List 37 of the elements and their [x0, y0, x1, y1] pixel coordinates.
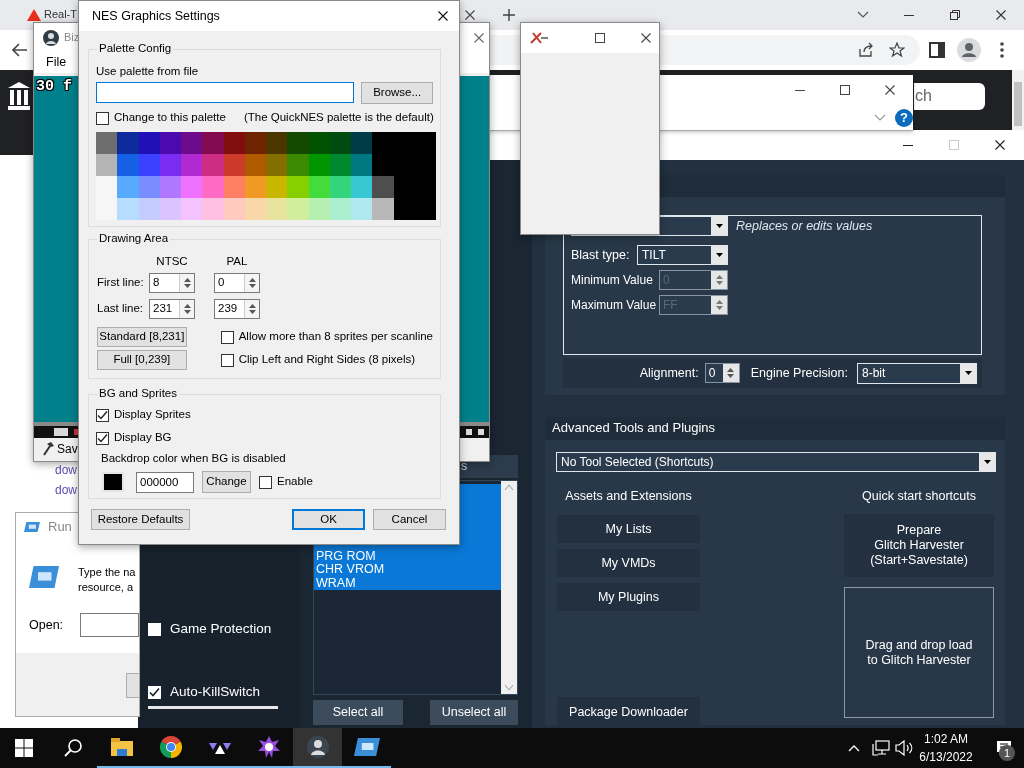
column-header: PAL: [226, 255, 248, 267]
window-title: Run: [48, 519, 72, 535]
checkbox-label: Enable: [277, 475, 313, 489]
checkbox-label: Auto-KillSwitch: [170, 683, 261, 701]
field-label: Blast type:: [571, 247, 631, 263]
field-label: Maximum Value: [571, 297, 658, 313]
field-label: First line:: [97, 276, 145, 290]
message-text: Type the na: [78, 565, 136, 580]
note-text: (The QuickNES palette is the default): [243, 111, 434, 125]
field-label: Engine Precision:: [750, 365, 848, 381]
group-title: Drawing Area: [97, 232, 171, 246]
hint-text: Replaces or edits values: [736, 218, 873, 234]
checkbox-label: Change to this palette: [114, 111, 226, 125]
group-title: Palette Config: [97, 42, 174, 56]
notification-count: 1: [999, 745, 1015, 761]
column-header: NTSC: [156, 255, 188, 267]
section-title: Quick start shortcuts: [861, 489, 977, 505]
fps-overlay: 30 f: [36, 78, 72, 96]
window-title: NES Graphics Settings: [92, 8, 220, 24]
checkbox-label: Display BG: [114, 431, 172, 445]
field-label: Minimum Value: [571, 272, 654, 288]
field-label: Last line:: [97, 302, 145, 316]
checkbox-label: Game Protection: [170, 620, 272, 638]
checkbox-label: Display Sprites: [114, 408, 191, 422]
drop-zone: Drag and drop load to Glitch Harvester: [844, 587, 994, 718]
field-label: Use palette from file: [96, 65, 200, 79]
checkbox-label: Allow more than 8 sprites per scanline: [238, 330, 433, 344]
window-title: Biz: [64, 31, 80, 45]
checkbox-label: Clip Left and Right Sides (8 pixels): [238, 353, 416, 367]
section-title: Assets and Extensions: [564, 489, 693, 505]
field-label: Alignment:: [639, 365, 699, 381]
status-text: Sav: [57, 441, 78, 457]
field-label: Backdrop color when BG is disabled: [101, 452, 286, 464]
field-label: Open:: [29, 617, 64, 633]
panel-title: Advanced Tools and Plugins: [545, 417, 1005, 440]
message-text: resource, a: [78, 580, 135, 595]
group-title: BG and Sprites: [97, 387, 179, 401]
